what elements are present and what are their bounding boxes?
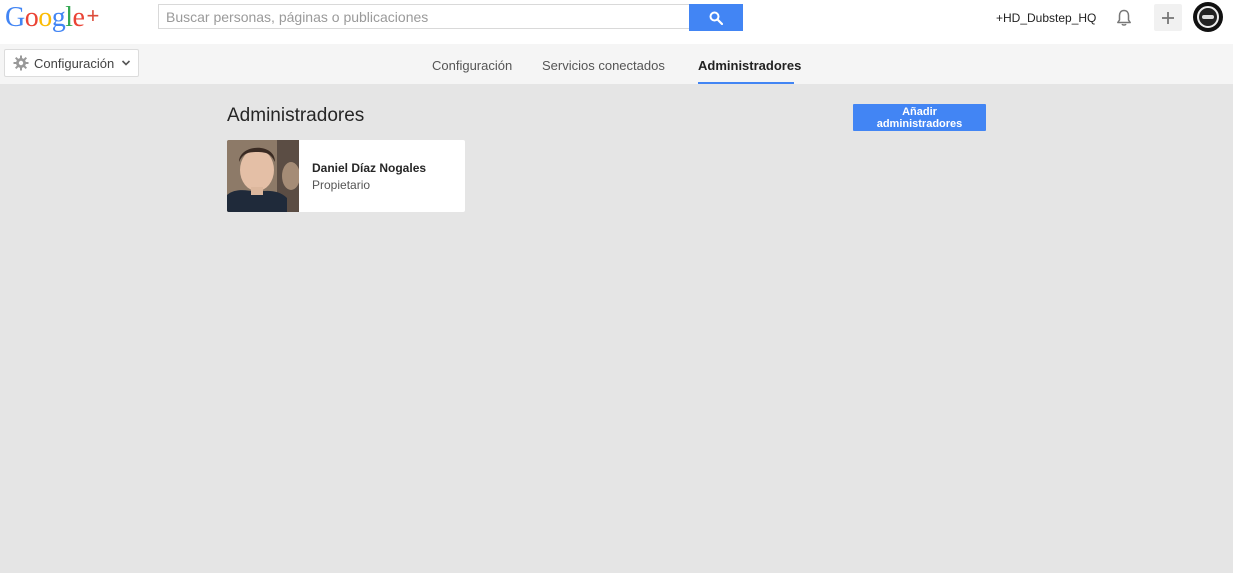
top-bar: Google+ +HD_Dubstep_HQ bbox=[0, 0, 1233, 44]
search-button[interactable] bbox=[689, 4, 743, 31]
notifications-button[interactable] bbox=[1114, 8, 1134, 28]
google-plus-logo[interactable]: Google+ bbox=[5, 0, 99, 34]
tab-servicios-conectados[interactable]: Servicios conectados bbox=[542, 58, 665, 74]
configuration-dropdown-label: Configuración bbox=[34, 55, 115, 71]
search-box bbox=[158, 4, 689, 29]
tab-administradores[interactable]: Administradores bbox=[698, 58, 801, 74]
admin-role: Propietario bbox=[312, 178, 371, 192]
admin-card[interactable]: Daniel Díaz Nogales Propietario bbox=[227, 140, 465, 212]
page-title: Administradores bbox=[227, 105, 365, 126]
admin-photo bbox=[227, 140, 299, 212]
avatar-logo-icon bbox=[1197, 6, 1219, 28]
bell-icon bbox=[1117, 9, 1131, 26]
user-profile-link[interactable]: +HD_Dubstep_HQ bbox=[996, 10, 1096, 26]
configuration-dropdown[interactable]: Configuración bbox=[4, 49, 139, 77]
plus-icon bbox=[1162, 11, 1174, 24]
gear-icon bbox=[13, 55, 29, 71]
active-tab-indicator bbox=[698, 82, 794, 84]
search-input[interactable] bbox=[159, 5, 689, 28]
admin-name[interactable]: Daniel Díaz Nogales bbox=[312, 161, 426, 175]
search-icon bbox=[709, 11, 723, 25]
settings-subnav: Configuración Configuración Servicios co… bbox=[0, 44, 1233, 84]
add-administrators-button[interactable]: Añadir administradores bbox=[853, 104, 986, 131]
tab-configuracion[interactable]: Configuración bbox=[432, 58, 512, 74]
chevron-down-icon bbox=[122, 60, 131, 66]
share-add-button[interactable] bbox=[1154, 4, 1182, 31]
account-avatar[interactable] bbox=[1193, 2, 1223, 32]
